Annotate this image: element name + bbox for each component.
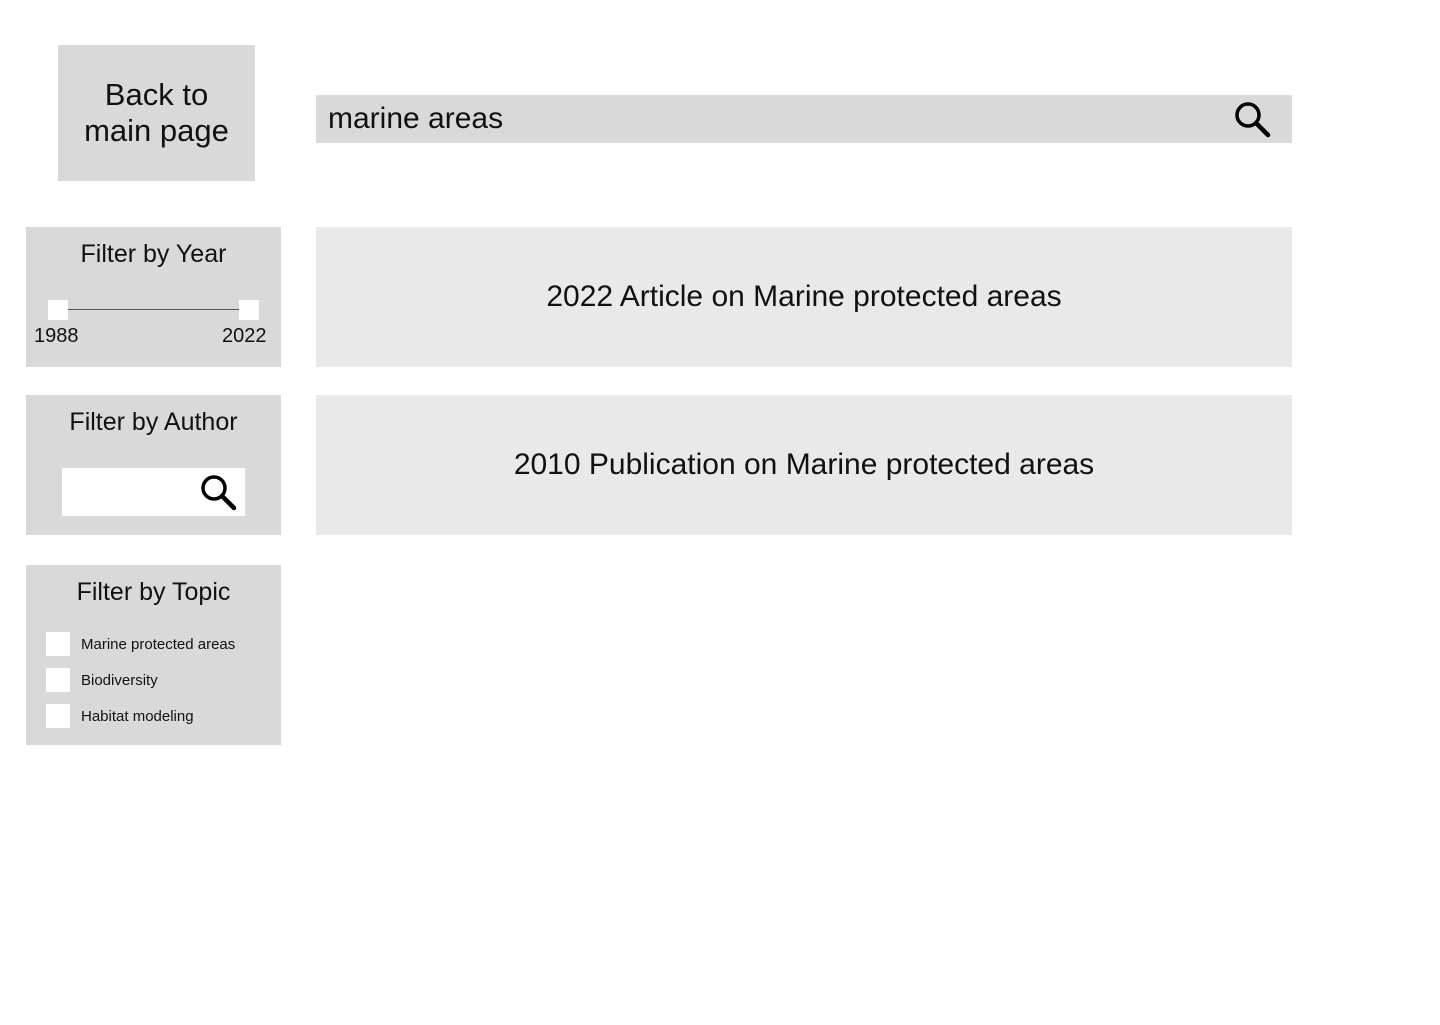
search-result-card[interactable]: 2022 Article on Marine protected areas	[316, 227, 1292, 367]
topic-option: Habitat modeling	[46, 704, 194, 728]
author-search-input[interactable]	[68, 468, 198, 516]
search-icon[interactable]	[1232, 99, 1272, 139]
author-search-field	[62, 468, 245, 516]
year-max-label: 2022	[222, 325, 267, 347]
topic-filter-title: Filter by Topic	[76, 578, 231, 606]
topic-checkbox-habitat-modeling[interactable]	[46, 704, 70, 728]
back-to-main-page-button[interactable]: Back to main page	[58, 45, 255, 181]
result-title: 2022 Article on Marine protected areas	[546, 280, 1062, 313]
year-min-label: 1988	[34, 325, 79, 347]
author-filter-title: Filter by Author	[69, 408, 238, 436]
back-button-label: Back to main page	[84, 77, 229, 148]
year-slider-track[interactable]	[68, 309, 240, 310]
result-title: 2010 Publication on Marine protected are…	[513, 448, 1095, 481]
search-input[interactable]	[328, 95, 1208, 143]
topic-checkbox-marine-protected-areas[interactable]	[46, 632, 70, 656]
topic-label: Marine protected areas	[81, 635, 236, 653]
topic-label: Habitat modeling	[81, 707, 194, 725]
year-slider-min-handle[interactable]	[48, 300, 68, 320]
topic-checkbox-biodiversity[interactable]	[46, 668, 70, 692]
search-icon[interactable]	[198, 472, 238, 512]
topic-label: Biodiversity	[81, 671, 158, 689]
topic-option: Biodiversity	[46, 668, 158, 692]
search-result-card[interactable]: 2010 Publication on Marine protected are…	[316, 395, 1292, 535]
year-filter-title: Filter by Year	[80, 240, 227, 268]
topic-option: Marine protected areas	[46, 632, 235, 656]
search-bar	[316, 95, 1292, 143]
year-slider-max-handle[interactable]	[239, 300, 259, 320]
